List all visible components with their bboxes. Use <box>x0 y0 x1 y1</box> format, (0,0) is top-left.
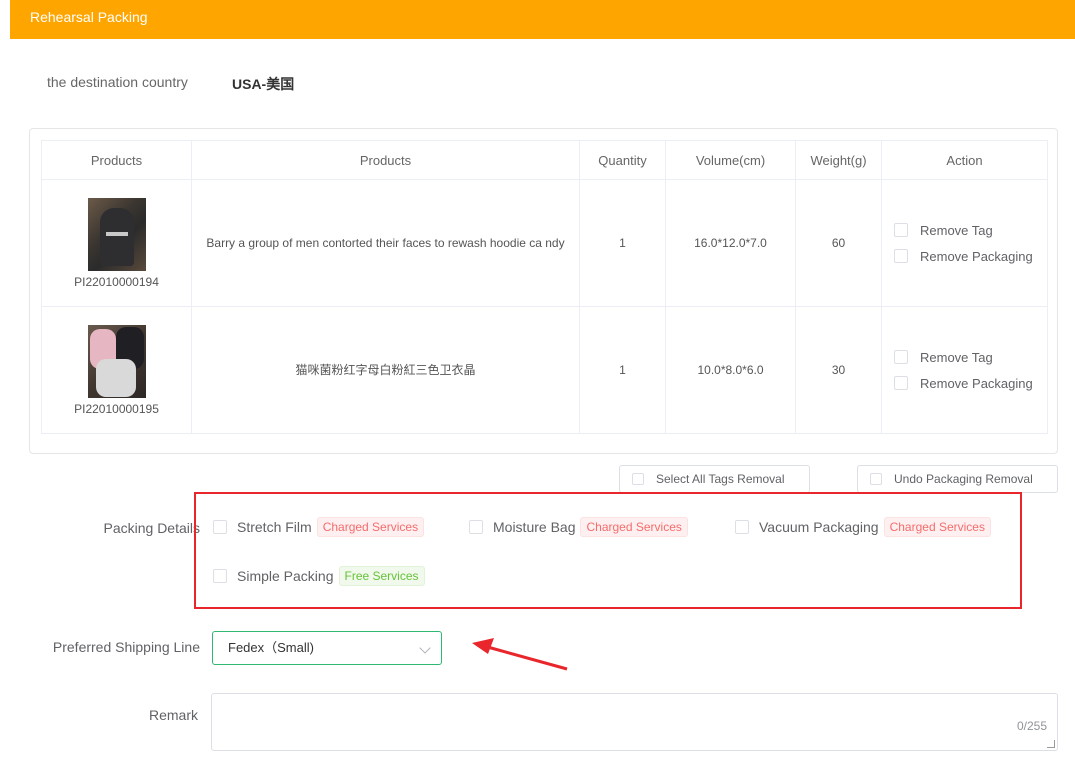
charged-badge: Charged Services <box>883 517 991 537</box>
option-label: Stretch Film <box>237 519 312 535</box>
checkbox-box[interactable] <box>632 473 644 485</box>
destination-label: the destination country <box>47 74 188 90</box>
option-label: Moisture Bag <box>493 519 576 535</box>
destination-row: the destination country USA-美国 <box>47 74 294 92</box>
product-name: 猫咪菌粉红字母白粉紅三色卫衣晶 <box>295 363 476 377</box>
remove-packaging-checkbox[interactable]: Remove Packaging <box>894 370 1047 396</box>
products-table: Products Products Quantity Volume(cm) We… <box>41 140 1048 434</box>
column-header: Volume(cm) <box>665 140 796 180</box>
resize-handle-icon[interactable] <box>1047 740 1055 748</box>
remove-packaging-label: Remove Packaging <box>920 375 1033 391</box>
product-name: Barry a group of men contorted their fac… <box>206 236 565 250</box>
remark-char-count: 0/255 <box>1016 719 1047 733</box>
remove-tag-label: Remove Tag <box>920 222 993 238</box>
chevron-down-icon <box>419 642 431 654</box>
table-row: PI22010000194 Barry a group of men conto… <box>41 179 1048 307</box>
shipping-line-select[interactable]: Fedex（Small) <box>212 631 442 665</box>
product-name-cell: 猫咪菌粉红字母白粉紅三色卫衣晶 <box>191 306 580 434</box>
undo-packaging-label: Undo Packaging Removal <box>894 472 1033 486</box>
column-header: Products <box>191 140 580 180</box>
remove-tag-label: Remove Tag <box>920 349 993 365</box>
packing-details-label: Packing Details <box>103 520 201 536</box>
action-cell: Remove Tag Remove Packaging <box>881 306 1048 434</box>
charged-badge: Charged Services <box>316 517 425 537</box>
volume-cell: 10.0*8.0*6.0 <box>665 306 796 434</box>
checkbox-box[interactable] <box>870 473 882 485</box>
page-title: Rehearsal Packing <box>30 9 148 25</box>
quantity-cell: 1 <box>579 306 666 434</box>
checkbox-box[interactable] <box>894 376 908 390</box>
checkbox-box[interactable] <box>894 223 908 237</box>
checkbox-box[interactable] <box>213 569 227 583</box>
free-badge: Free Services <box>338 566 425 586</box>
weight-cell: 30 <box>795 306 882 434</box>
product-image <box>87 197 146 271</box>
product-sku: PI22010000194 <box>74 274 159 289</box>
checkbox-box[interactable] <box>735 520 749 534</box>
product-name-cell: Barry a group of men contorted their fac… <box>191 179 580 307</box>
product-sku: PI22010000195 <box>74 401 159 416</box>
charged-badge: Charged Services <box>580 517 688 537</box>
remark-textarea[interactable]: 0/255 <box>211 693 1058 751</box>
weight-cell: 60 <box>795 179 882 307</box>
product-image <box>87 324 146 398</box>
checkbox-box[interactable] <box>894 350 908 364</box>
checkbox-box[interactable] <box>469 520 483 534</box>
column-header: Quantity <box>579 140 666 180</box>
remove-tag-checkbox[interactable]: Remove Tag <box>894 344 1047 370</box>
option-label: Simple Packing <box>237 568 334 584</box>
quantity-cell: 1 <box>579 179 666 307</box>
checkbox-box[interactable] <box>894 249 908 263</box>
remove-packaging-checkbox[interactable]: Remove Packaging <box>894 243 1047 269</box>
volume-cell: 16.0*12.0*7.0 <box>665 179 796 307</box>
table-header-row: Products Products Quantity Volume(cm) We… <box>41 140 1048 180</box>
products-card: Products Products Quantity Volume(cm) We… <box>29 128 1058 454</box>
shipping-line-label: Preferred Shipping Line <box>52 639 200 655</box>
select-all-tags-label: Select All Tags Removal <box>656 472 785 486</box>
shipping-line-value: Fedex（Small) <box>228 640 314 655</box>
table-row: PI22010000195 猫咪菌粉红字母白粉紅三色卫衣晶 1 10.0*8.0… <box>41 306 1048 434</box>
destination-value: USA-美国 <box>232 76 295 92</box>
remove-packaging-label: Remove Packaging <box>920 248 1033 264</box>
page-header: Rehearsal Packing <box>10 0 1075 39</box>
remark-label: Remark <box>148 707 198 723</box>
column-header: Products <box>41 140 192 180</box>
column-header: Weight(g) <box>795 140 882 180</box>
action-cell: Remove Tag Remove Packaging <box>881 179 1048 307</box>
checkbox-box[interactable] <box>213 520 227 534</box>
select-all-tags-button[interactable]: Select All Tags Removal <box>619 465 810 493</box>
red-arrow-icon <box>472 638 568 671</box>
packing-option-simple-packing[interactable]: Simple Packing Free Services <box>213 566 425 586</box>
product-cell: PI22010000195 <box>41 306 192 434</box>
undo-packaging-button[interactable]: Undo Packaging Removal <box>857 465 1058 493</box>
product-cell: PI22010000194 <box>41 179 192 307</box>
remove-tag-checkbox[interactable]: Remove Tag <box>894 217 1047 243</box>
column-header: Action <box>881 140 1048 180</box>
packing-option-vacuum-packaging[interactable]: Vacuum Packaging Charged Services <box>735 517 991 537</box>
packing-option-stretch-film[interactable]: Stretch Film Charged Services <box>213 517 425 537</box>
packing-option-moisture-bag[interactable]: Moisture Bag Charged Services <box>469 517 688 537</box>
packing-details-highlight <box>194 492 1022 609</box>
option-label: Vacuum Packaging <box>759 519 879 535</box>
